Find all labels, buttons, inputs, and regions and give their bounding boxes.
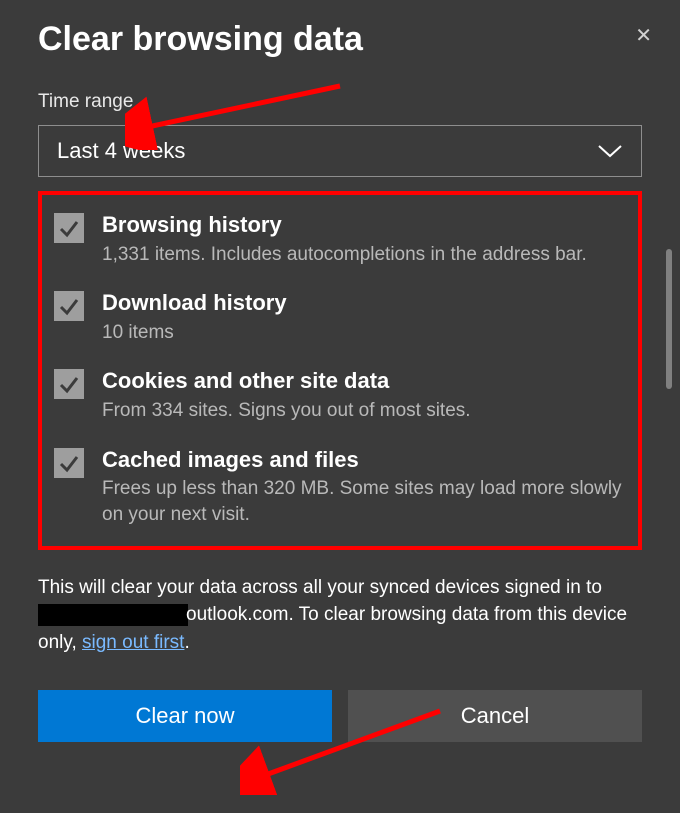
data-types-group: Browsing history 1,331 items. Includes a… bbox=[38, 191, 642, 550]
time-range-label: Time range bbox=[38, 91, 642, 113]
dialog-title: Clear browsing data bbox=[38, 20, 642, 59]
chevron-down-icon bbox=[597, 144, 623, 158]
clear-now-button[interactable]: Clear now bbox=[38, 690, 332, 742]
option-desc: Frees up less than 320 MB. Some sites ma… bbox=[102, 476, 626, 527]
dialog-buttons: Clear now Cancel bbox=[38, 690, 642, 742]
option-desc: From 334 sites. Signs you out of most si… bbox=[102, 398, 626, 424]
clear-browsing-data-dialog: Clear browsing data Time range Last 4 we… bbox=[0, 20, 680, 742]
option-text: Cached images and files Frees up less th… bbox=[102, 446, 626, 528]
option-browsing-history: Browsing history 1,331 items. Includes a… bbox=[54, 211, 626, 267]
option-text: Browsing history 1,331 items. Includes a… bbox=[102, 211, 626, 267]
checkbox-cache[interactable] bbox=[54, 448, 84, 478]
time-range-select[interactable]: Last 4 weeks bbox=[38, 125, 642, 177]
info-post: . bbox=[184, 632, 189, 653]
cancel-button[interactable]: Cancel bbox=[348, 690, 642, 742]
option-text: Cookies and other site data From 334 sit… bbox=[102, 367, 626, 423]
info-pre: This will clear your data across all you… bbox=[38, 577, 602, 598]
option-download-history: Download history 10 items bbox=[54, 289, 626, 345]
option-desc: 10 items bbox=[102, 320, 626, 346]
sign-out-link[interactable]: sign out first bbox=[82, 632, 184, 653]
redacted-email bbox=[38, 604, 188, 626]
option-title: Cookies and other site data bbox=[102, 367, 626, 396]
option-title: Browsing history bbox=[102, 211, 626, 240]
option-desc: 1,331 items. Includes autocompletions in… bbox=[102, 242, 626, 268]
option-title: Download history bbox=[102, 289, 626, 318]
checkbox-cookies[interactable] bbox=[54, 369, 84, 399]
option-text: Download history 10 items bbox=[102, 289, 626, 345]
scrollbar-thumb[interactable] bbox=[666, 249, 672, 389]
time-range-value: Last 4 weeks bbox=[57, 138, 185, 164]
option-cookies: Cookies and other site data From 334 sit… bbox=[54, 367, 626, 423]
close-icon[interactable]: ✕ bbox=[635, 26, 652, 46]
sync-info-text: This will clear your data across all you… bbox=[38, 574, 642, 657]
option-cache: Cached images and files Frees up less th… bbox=[54, 446, 626, 528]
checkbox-download-history[interactable] bbox=[54, 291, 84, 321]
checkbox-browsing-history[interactable] bbox=[54, 213, 84, 243]
option-title: Cached images and files bbox=[102, 446, 626, 475]
